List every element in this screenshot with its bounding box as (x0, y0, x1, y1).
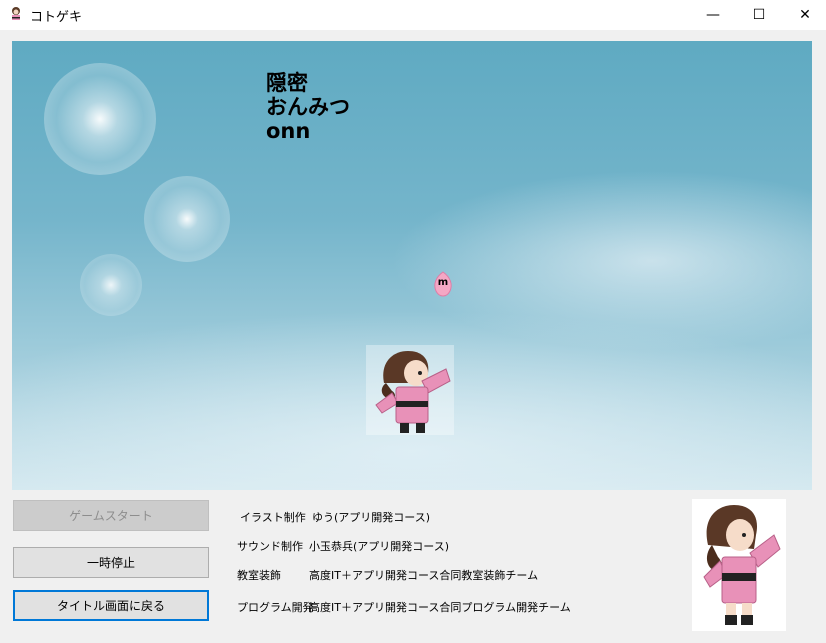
bubble (144, 176, 230, 262)
game-canvas[interactable]: 隠密 おんみつ onn m (12, 41, 812, 490)
bubble (44, 63, 156, 175)
close-button[interactable]: ✕ (782, 0, 826, 30)
close-icon: ✕ (799, 7, 811, 23)
back-to-title-label: タイトル画面に戻る (56, 599, 165, 613)
maximize-icon: ☐ (752, 7, 766, 23)
credit-value: 高度IT＋アプリ開発コース合同プログラム開発チーム (309, 601, 571, 614)
window-title: コトゲキ (30, 10, 83, 25)
minimize-button[interactable]: — (690, 0, 736, 30)
character-portrait (692, 499, 786, 631)
target-word: 隠密 おんみつ onn (266, 71, 350, 143)
credit-sound: サウンド制作 小玉恭兵(アプリ開発コース) (237, 538, 449, 554)
maximize-button[interactable]: ☐ (736, 0, 782, 30)
start-label: ゲームスタート (69, 509, 153, 523)
word-romaji: onn (266, 119, 311, 143)
ninja-girl-player (366, 345, 454, 435)
pause-label: 一時停止 (86, 556, 135, 570)
credit-label: プログラム開発 (237, 601, 314, 614)
start-button[interactable]: ゲームスタート (13, 500, 209, 531)
credit-value: 高度IT＋アプリ開発コース合同教室装飾チーム (309, 569, 539, 582)
credit-decoration: 教室装飾 高度IT＋アプリ開発コース合同教室装飾チーム (237, 567, 538, 583)
word-kanji: 隠密 (266, 71, 308, 95)
pause-button[interactable]: 一時停止 (13, 547, 209, 578)
ninja-girl-icon (12, 7, 20, 20)
credit-value: 小玉恭兵(アプリ開発コース) (309, 540, 450, 553)
minimize-icon: — (706, 7, 720, 23)
bubble (80, 254, 142, 316)
ninja-girl-portrait (703, 505, 781, 625)
credit-illustration: イラスト制作 ゆう(アプリ開発コース) (240, 509, 430, 525)
enemy-letter: m (437, 277, 449, 288)
title-bar: コトゲキ — ☐ ✕ (0, 0, 826, 30)
credit-program: プログラム開発 高度IT＋アプリ開発コース合同プログラム開発チーム (237, 599, 571, 615)
word-kana: おんみつ (266, 95, 350, 119)
back-to-title-button[interactable]: タイトル画面に戻る (13, 590, 209, 621)
credit-label: サウンド制作 (237, 540, 303, 553)
credit-label: 教室装飾 (237, 569, 281, 582)
credit-label: イラスト制作 (240, 511, 306, 524)
credit-value: ゆう(アプリ開発コース) (312, 511, 431, 524)
